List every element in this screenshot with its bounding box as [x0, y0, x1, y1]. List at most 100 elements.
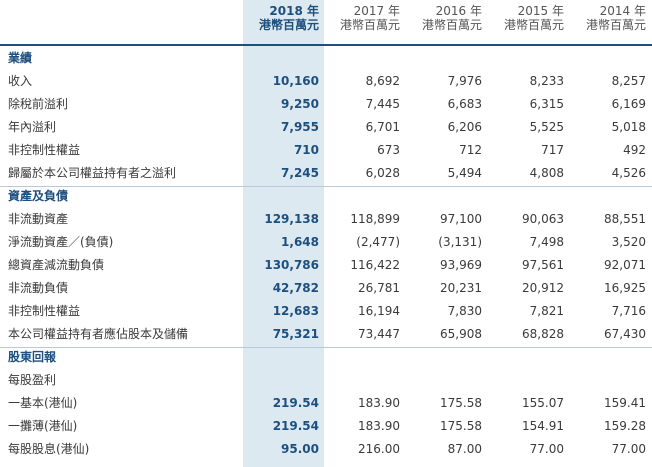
value-2018: [243, 368, 324, 391]
value-2015: 8,233: [529, 73, 564, 88]
value-2014: 88,551: [604, 211, 646, 226]
value-2018: 7,955: [281, 119, 319, 134]
table-row: 每股盈利: [0, 368, 652, 391]
value-2018: 95.00: [281, 441, 319, 456]
value-2018: 9,250: [281, 96, 319, 111]
value-2015: 7,821: [529, 303, 564, 318]
value-2015: 154.91: [522, 418, 564, 433]
row-label: 淨流動資產／(負債): [8, 235, 114, 249]
value-2014: 8,257: [611, 73, 646, 88]
table-row: 年內溢利 7,955 6,701 6,206 5,525 5,018: [0, 115, 652, 138]
value-2016: [406, 368, 488, 391]
table-row: 總資產減流動負債 130,786 116,422 93,969 97,561 9…: [0, 253, 652, 276]
row-label: 收入: [8, 74, 33, 88]
table-row: 本公司權益持有者應佔股本及儲備 75,321 73,447 65,908 68,…: [0, 322, 652, 345]
value-2014: 7,716: [611, 303, 646, 318]
value-2016: 175.58: [440, 418, 482, 433]
header-row: 2018 年港幣百萬元 2017 年港幣百萬元 2016 年港幣百萬元 2015…: [0, 0, 652, 36]
value-2018: 1,648: [281, 234, 319, 249]
value-2014: 6,169: [611, 96, 646, 111]
table-row: 收入 10,160 8,692 7,976 8,233 8,257: [0, 69, 652, 92]
value-2015: 77.00: [529, 441, 564, 456]
value-2016: (3,131): [438, 234, 482, 249]
row-label: 每股盈利: [8, 373, 57, 387]
financial-summary-table: 2018 年港幣百萬元 2017 年港幣百萬元 2016 年港幣百萬元 2015…: [0, 0, 652, 460]
table-row: 非流動資產 129,138 118,899 97,100 90,063 88,5…: [0, 207, 652, 230]
row-label: 非控制性權益: [8, 143, 81, 157]
value-2016: 712: [459, 142, 482, 157]
value-2015: 68,828: [522, 326, 564, 341]
table-row: 一攤薄(港仙) 219.54 183.90 175.58 154.91 159.…: [0, 414, 652, 437]
section-divider: [0, 186, 652, 187]
value-2017: 116,422: [350, 257, 400, 272]
value-2015: 155.07: [522, 395, 564, 410]
value-2016: 6,206: [447, 119, 482, 134]
value-2016: 65,908: [440, 326, 482, 341]
value-2017: [324, 368, 406, 391]
value-2016: 7,976: [447, 73, 482, 88]
header-divider: [0, 44, 652, 46]
row-label: 總資產減流動負債: [8, 258, 105, 272]
value-2014: 492: [623, 142, 646, 157]
value-2018: 42,782: [272, 280, 319, 295]
row-label: 年內溢利: [8, 120, 57, 134]
value-2016: 20,231: [440, 280, 482, 295]
value-2014: 5,018: [611, 119, 646, 134]
value-2018: 219.54: [272, 395, 319, 410]
table-row: 淨流動資產／(負債) 1,648 (2,477) (3,131) 7,498 3…: [0, 230, 652, 253]
value-2018: 7,245: [281, 165, 319, 180]
section-title: 股東回報: [8, 350, 57, 364]
row-label: 歸屬於本公司權益持有者之溢利: [8, 166, 177, 180]
value-2015: 717: [541, 142, 564, 157]
value-2017: 6,028: [365, 165, 400, 180]
value-2016: 97,100: [440, 211, 482, 226]
value-2016: 7,830: [447, 303, 482, 318]
section-header-shareholder-return: 股東回報: [0, 345, 652, 368]
value-2016: 6,683: [447, 96, 482, 111]
row-label: 非控制性權益: [8, 304, 81, 318]
value-2017: 673: [377, 142, 400, 157]
value-2016: 5,494: [447, 165, 482, 180]
value-2018: 130,786: [264, 257, 319, 272]
value-2015: [488, 368, 570, 391]
value-2014: 4,526: [611, 165, 646, 180]
value-2017: 6,701: [365, 119, 400, 134]
table-row: 非流動負債 42,782 26,781 20,231 20,912 16,925: [0, 276, 652, 299]
value-2017: 7,445: [365, 96, 400, 111]
header-year-2015: 2015 年港幣百萬元: [503, 4, 564, 32]
table-row: 非控制性權益 12,683 16,194 7,830 7,821 7,716: [0, 299, 652, 322]
value-2017: (2,477): [356, 234, 400, 249]
value-2018: 129,138: [264, 211, 319, 226]
table-row: 非控制性權益 710 673 712 717 492: [0, 138, 652, 161]
table-row: 一基本(港仙) 219.54 183.90 175.58 155.07 159.…: [0, 391, 652, 414]
section-header-results: 業績: [0, 46, 652, 69]
value-2017: 8,692: [365, 73, 400, 88]
value-2015: 7,498: [529, 234, 564, 249]
value-2017: 118,899: [350, 211, 400, 226]
value-2015: 6,315: [529, 96, 564, 111]
header-spacer: [0, 0, 243, 36]
value-2017: 183.90: [358, 395, 400, 410]
value-2017: 26,781: [358, 280, 400, 295]
row-label: 一基本(港仙): [8, 396, 78, 410]
header-year-2018: 2018 年港幣百萬元: [258, 4, 319, 32]
value-2015: 5,525: [529, 119, 564, 134]
value-2014: 77.00: [611, 441, 646, 456]
section-header-assets-liabilities: 資產及負債: [0, 184, 652, 207]
value-2014: 159.28: [604, 418, 646, 433]
value-2014: 92,071: [604, 257, 646, 272]
value-2015: 20,912: [522, 280, 564, 295]
value-2015: 90,063: [522, 211, 564, 226]
value-2014: 159.41: [604, 395, 646, 410]
row-label: 除稅前溢利: [8, 97, 69, 111]
value-2014: 16,925: [604, 280, 646, 295]
value-2017: 183.90: [358, 418, 400, 433]
value-2018: 75,321: [272, 326, 319, 341]
row-label: 每股股息(港仙): [8, 442, 90, 456]
row-label: 非流動資產: [8, 212, 69, 226]
value-2014: 3,520: [611, 234, 646, 249]
header-year-2016: 2016 年港幣百萬元: [421, 4, 482, 32]
value-2018: 10,160: [272, 73, 319, 88]
header-year-2017: 2017 年港幣百萬元: [339, 4, 400, 32]
row-label: 一攤薄(港仙): [8, 419, 78, 433]
